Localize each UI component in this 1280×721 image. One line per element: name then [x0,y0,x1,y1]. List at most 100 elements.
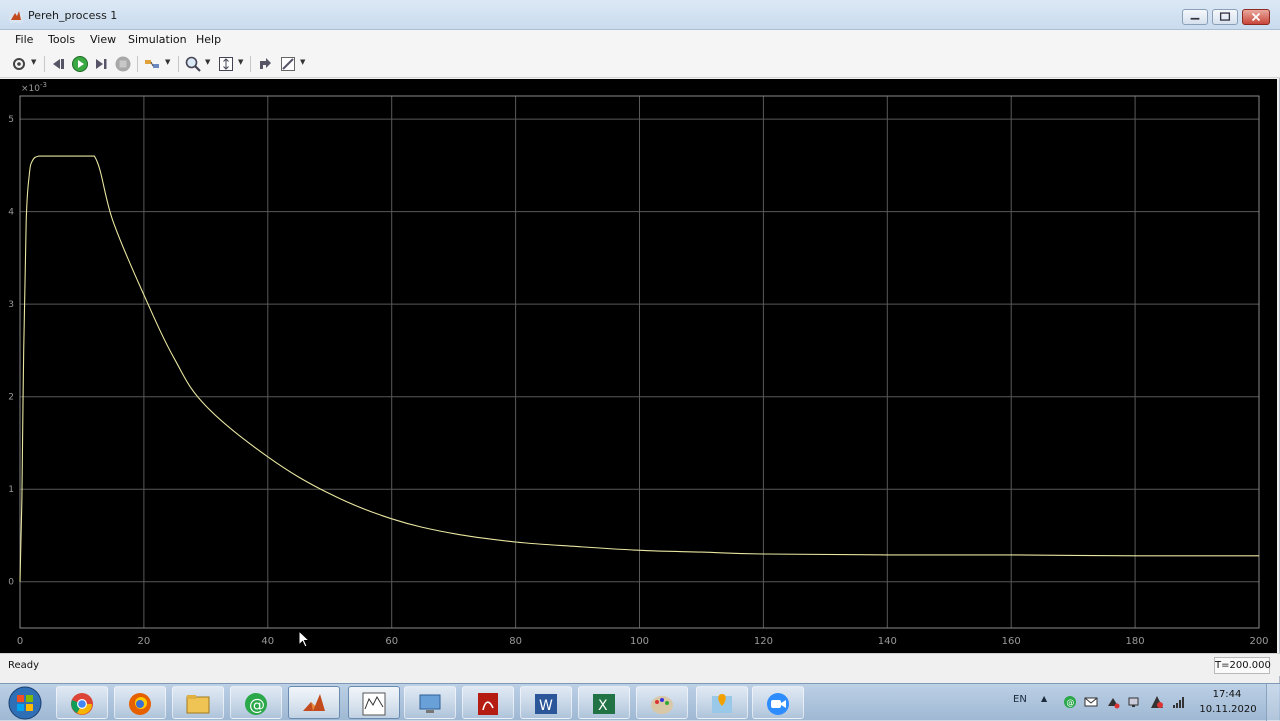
scope-window: Pereh_process 1 File Tools View Simulati… [0,0,1280,683]
toolbar: ▼ ▼ ▼ ▼ ▼ [0,50,1280,78]
remote-desktop-icon [419,694,441,713]
taskbar: @ W X EN ▲ @ 17:44 10.11.2020 [0,683,1280,721]
taskbar-maps-button[interactable] [696,686,748,719]
taskbar-excel-button[interactable]: X [578,686,630,719]
taskbar-scope-figure-button[interactable] [348,686,400,719]
mail-agent-icon: @ [245,693,267,715]
status-text: Ready [8,660,40,671]
toolbar-separator [178,56,179,72]
grid-lines [19,96,1260,628]
window-title: Pereh_process 1 [28,9,118,22]
start-button[interactable] [4,685,46,721]
mail-agent-tray-icon[interactable]: @ [1063,695,1077,709]
firefox-icon [129,693,151,715]
x-tick-label: 20 [138,636,151,647]
chrome-icon [71,693,93,715]
x-tick-label: 40 [261,636,274,647]
taskbar-matlab-button[interactable] [288,686,340,719]
scope-figure-icon [362,692,386,716]
simulation-time: T=200.000 [1214,657,1271,674]
file-explorer-icon [186,695,210,714]
y-tick-label: 1 [8,485,14,495]
taskbar-zoom-video-button[interactable] [752,686,804,719]
autoscale-dropdown-icon[interactable]: ▼ [238,58,243,66]
maps-icon [712,694,732,713]
language-indicator[interactable]: EN [1013,694,1027,705]
svg-text:@: @ [249,695,265,714]
y-tick-labels: 0 1 2 3 4 5 [8,115,14,588]
menu-simulation[interactable]: Simulation [128,33,187,46]
usb-tray-icon[interactable] [1106,695,1120,709]
zoom-video-icon [767,693,789,715]
taskbar-chrome-button[interactable] [56,686,108,719]
svg-text:X: X [598,698,608,714]
volume-tray-icon[interactable] [1172,695,1186,709]
y-tick-label: 3 [8,300,14,310]
x-tick-label: 120 [754,636,773,647]
step-back-icon[interactable] [50,55,68,73]
x-tick-label: 160 [1002,636,1021,647]
toolbar-separator [44,56,45,72]
show-desktop-button[interactable] [1266,684,1279,721]
tray-overflow-icon[interactable]: ▲ [1041,694,1047,703]
status-bar: Ready T=200.000 [0,653,1280,676]
menu-help[interactable]: Help [196,33,221,46]
svg-text:W: W [539,698,553,714]
menu-bar: File Tools View Simulation Help ➘ [0,30,1280,74]
word-icon: W [535,694,557,714]
maximize-button[interactable] [1212,9,1238,25]
excel-icon: X [593,694,615,714]
x-tick-label: 0 [17,636,23,647]
taskbar-file-explorer-button[interactable] [172,686,224,719]
menu-tools[interactable]: Tools [48,33,75,46]
x-tick-label: 140 [878,636,897,647]
paint-icon [651,696,673,714]
stop-icon[interactable] [114,55,132,73]
y-tick-label: 0 [8,578,14,588]
x-tick-label: 200 [1249,636,1268,647]
close-button[interactable] [1242,9,1270,25]
taskbar-paint-button[interactable] [636,686,688,719]
menu-view[interactable]: View [90,33,116,46]
measure-dropdown-icon[interactable]: ▼ [300,58,305,66]
x-tick-label: 60 [385,636,398,647]
run-icon[interactable] [71,55,89,73]
menu-file[interactable]: File [15,33,33,46]
highlight-dropdown-icon[interactable]: ▼ [165,58,170,66]
matlab-icon [303,694,325,711]
parameters-dropdown-icon[interactable]: ▼ [31,58,36,66]
x-tick-label: 180 [1126,636,1145,647]
taskbar-remote-desktop-button[interactable] [404,686,456,719]
x-tick-label: 80 [509,636,522,647]
minimize-button[interactable] [1182,9,1208,25]
mail-tray-icon[interactable] [1084,695,1098,709]
taskbar-firefox-button[interactable] [114,686,166,719]
y-tick-label: 2 [8,393,14,403]
title-bar[interactable]: Pereh_process 1 [0,0,1280,30]
taskbar-word-button[interactable]: W [520,686,572,719]
autoscale-icon[interactable] [217,55,235,73]
taskbar-mail-agent-button[interactable]: @ [230,686,282,719]
step-forward-icon[interactable] [92,55,110,73]
cursor-measure-icon[interactable] [279,55,297,73]
x-tick-labels: 0 20 40 60 80 100 120 140 160 180 200 [17,636,1269,647]
y-tick-label: 4 [8,208,14,218]
pdf-reader-icon [478,693,498,715]
action-center-tray-icon[interactable] [1150,695,1164,709]
clock-date[interactable]: 10.11.2020 [1199,704,1257,715]
zoom-icon[interactable] [184,55,202,73]
scope-plot[interactable]: 0 1 2 3 4 5 0 20 40 60 80 100 120 140 160 180 200 ×10-3 [0,79,1277,653]
scope-display[interactable]: 0 1 2 3 4 5 0 20 40 60 80 100 120 140 160 180 200 ×10-3 [0,79,1277,653]
x-tick-label: 100 [630,636,649,647]
matlab-app-icon [9,9,23,23]
zoom-dropdown-icon[interactable]: ▼ [205,58,210,66]
svg-text:@: @ [1066,698,1074,707]
y-tick-label: 5 [8,115,14,125]
network-tray-icon[interactable] [1128,695,1142,709]
parameters-icon[interactable] [10,55,28,73]
toolbar-separator [250,56,251,72]
taskbar-pdf-reader-button[interactable] [462,686,514,719]
restore-icon[interactable] [256,55,274,73]
clock-time[interactable]: 17:44 [1205,689,1249,700]
highlight-icon[interactable] [143,55,161,73]
